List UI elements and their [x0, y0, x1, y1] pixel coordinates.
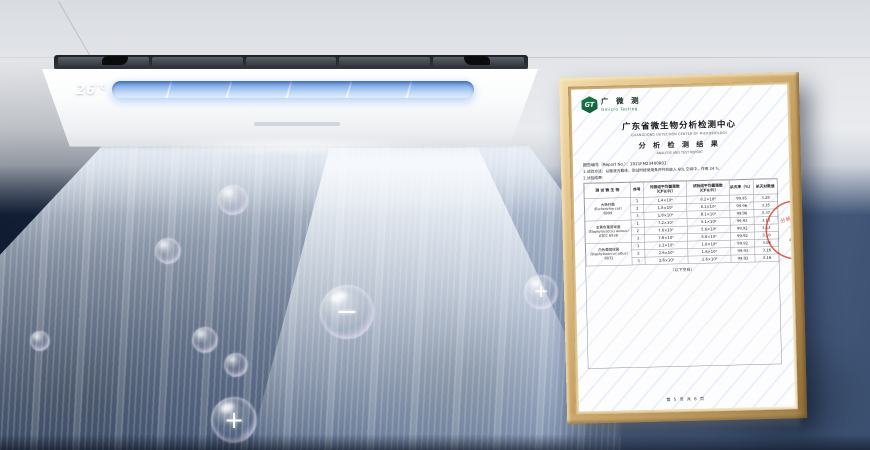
ac-temperature-value: 26	[76, 83, 96, 98]
value-cell: 1.6×10²	[688, 255, 731, 264]
ac-vent-hinge-right	[464, 56, 490, 65]
plus-icon: +	[533, 283, 548, 301]
table-header-cell: 对照组平均菌落数（CFU/片）	[643, 181, 686, 197]
ac-air-outlet	[112, 81, 474, 98]
floor-vignette	[0, 434, 870, 450]
logo-name-cn: 广 微 测	[601, 95, 641, 106]
blank-below-note: （以下空白）	[586, 264, 779, 274]
ac-vent-hinge-left	[102, 56, 128, 65]
stamp-text-bottom: 专用章	[788, 232, 795, 244]
promo-scene: 26°C − + + GT 广 微 测 G	[0, 0, 870, 450]
air-conditioner-unit: 26°C	[42, 52, 538, 152]
bubble	[224, 353, 248, 377]
ac-temperature-display: 26°C	[76, 83, 107, 98]
organism-cell: 金黄色葡萄球菌（Staphylococcus aureus）ATCC 6538	[585, 220, 632, 244]
certificate-logo: GT 广 微 测 Gmicro Testing	[581, 92, 775, 115]
bubble	[30, 331, 50, 351]
page-footer: 第 5 页 共 6 页	[589, 394, 783, 404]
value-cell: 99.92	[731, 254, 755, 262]
results-table: 测 试 微 生 物序号对照组平均菌落数（CFU/片）试验组平均菌落数（CFU/片…	[584, 178, 779, 266]
table-header-cell: 试验组平均菌落数（CFU/片）	[686, 180, 729, 196]
ac-temperature-unit: °C	[96, 83, 107, 91]
bubble	[192, 327, 218, 353]
plus-icon: +	[224, 408, 244, 432]
certificate-frame-inner: GT 广 微 测 Gmicro Testing 广东省微生物分析检测中心 GUA…	[568, 81, 798, 414]
minus-icon: −	[336, 299, 358, 325]
bubble	[155, 238, 181, 264]
negative-ion-bubble: −	[320, 285, 374, 339]
cert-table-body: 大肠杆菌（Escherichia coli）809911.4×10⁶8.2×10…	[585, 194, 780, 266]
certificate-frame: GT 广 微 测 Gmicro Testing 广东省微生物分析检测中心 GUA…	[559, 72, 807, 424]
value-cell: 2.6×10⁵	[645, 256, 688, 265]
gmicro-logo-icon: GT	[581, 96, 597, 113]
results-box: 测 试 微 生 物序号对照组平均菌落数（CFU/片）试验组平均菌落数（CFU/片…	[583, 178, 781, 369]
star-icon: ★	[788, 221, 795, 235]
certificate-paper: GT 广 微 测 Gmicro Testing 广东省微生物分析检测中心 GUA…	[571, 84, 795, 411]
table-header-cell: 序号	[630, 182, 643, 197]
ac-light-glow	[102, 140, 492, 158]
value-cell: 3	[632, 257, 645, 265]
bubble	[218, 185, 248, 215]
positive-ion-bubble: +	[524, 275, 558, 309]
value-cell: 3.16	[755, 254, 779, 262]
organism-cell: 白色葡萄球菌（Staphylococcus albus）8032	[586, 242, 633, 266]
logo-name-en: Gmicro Testing	[601, 106, 641, 111]
table-header-cell: 测 试 微 生 物	[584, 182, 630, 198]
table-header-cell: 杀灭对数值	[753, 179, 777, 195]
ac-brand-text	[254, 122, 340, 126]
organism-cell: 大肠杆菌（Escherichia coli）8099	[585, 197, 632, 221]
table-header-cell: 杀灭率（%）	[729, 179, 753, 195]
